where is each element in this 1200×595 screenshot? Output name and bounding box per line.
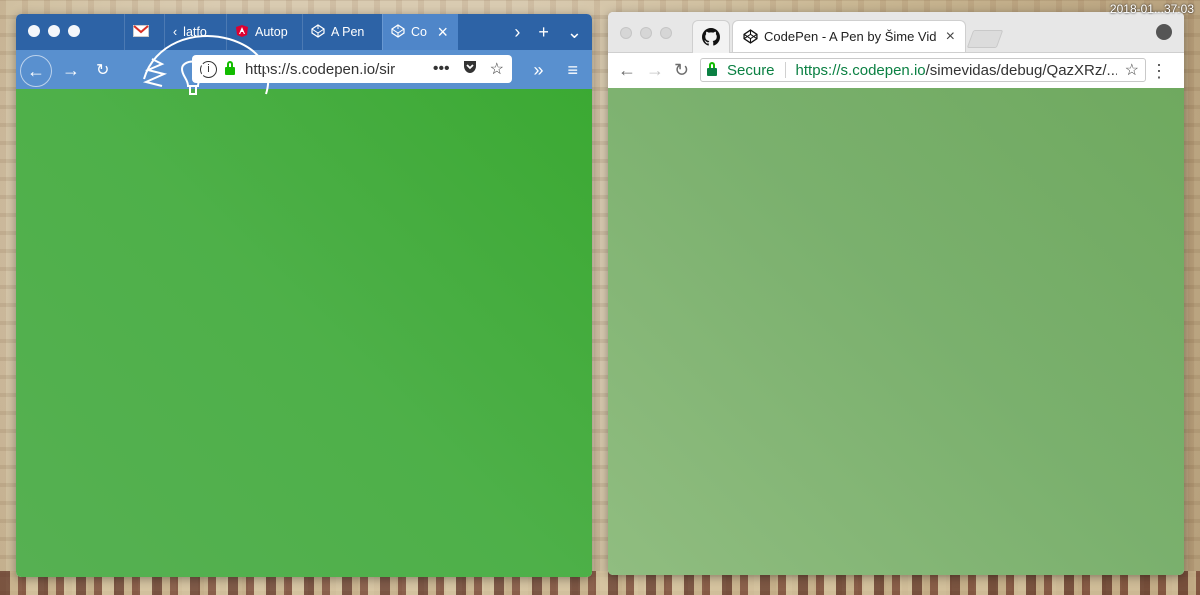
- omnibox[interactable]: Secure https://s.codepen.io/simevidas/de…: [700, 58, 1146, 82]
- new-tab-button[interactable]: +: [538, 22, 549, 43]
- back-button[interactable]: ←: [20, 55, 52, 87]
- back-arrow-icon: ‹: [173, 25, 178, 39]
- github-icon: [702, 28, 720, 46]
- minimize-window-button[interactable]: [640, 27, 652, 39]
- pocket-icon[interactable]: [462, 60, 478, 79]
- codepen-icon: [391, 23, 405, 41]
- url-text[interactable]: https://s.codepen.io/sir: [245, 61, 427, 78]
- codepen-icon: [743, 29, 758, 44]
- gmail-icon: [133, 24, 149, 40]
- close-window-button[interactable]: [28, 25, 40, 37]
- menubar-clock: 2018-01...37:03: [1109, 2, 1194, 16]
- profile-avatar-icon[interactable]: [1156, 24, 1172, 40]
- lock-icon: [707, 62, 717, 76]
- tab-label: Autop: [255, 25, 288, 39]
- window-controls: [620, 27, 672, 39]
- forward-button[interactable]: →: [62, 60, 80, 81]
- firefox-window: ‹ latfo Autop A Pen Co × › + ⌄ ← → ↻ i h…: [16, 14, 592, 577]
- tab-latfo[interactable]: ‹ latfo: [164, 14, 226, 50]
- page-actions: ••• ☆: [433, 59, 504, 79]
- tab-a-pen[interactable]: A Pen: [302, 14, 382, 50]
- lock-icon: [225, 61, 235, 75]
- back-button[interactable]: ←: [618, 60, 636, 81]
- page-action-menu-button[interactable]: •••: [433, 60, 450, 78]
- kebab-menu-icon[interactable]: ⋮: [1150, 61, 1168, 82]
- scroll-tabs-right-icon[interactable]: ›: [514, 22, 520, 43]
- codepen-icon: [311, 23, 325, 41]
- close-tab-button[interactable]: ×: [946, 28, 955, 46]
- bookmark-star-icon[interactable]: ☆: [490, 59, 504, 79]
- chrome-toolbar: ← → ↻ Secure https://s.codepen.io/simevi…: [608, 53, 1184, 89]
- chrome-page-content[interactable]: [608, 88, 1184, 575]
- chrome-window: CodePen - A Pen by Šime Vidas × ← → ↻ Se…: [608, 12, 1184, 575]
- angular-icon: [235, 24, 249, 41]
- zoom-window-button[interactable]: [660, 27, 672, 39]
- tab-title: CodePen - A Pen by Šime Vidas: [764, 29, 936, 44]
- reload-button[interactable]: ↻: [674, 60, 689, 81]
- tab-codepen-active[interactable]: Co ×: [382, 14, 458, 50]
- tab-github[interactable]: [692, 20, 730, 53]
- close-tab-button[interactable]: ×: [437, 23, 448, 41]
- url-origin: https://s.codepen.io: [795, 61, 926, 79]
- security-chip[interactable]: Secure: [727, 62, 775, 79]
- tab-label: latfo: [183, 25, 207, 39]
- menu-hamburger-icon[interactable]: ≡: [567, 60, 578, 81]
- omnibox-separator: [784, 62, 786, 78]
- reload-button[interactable]: ↻: [96, 60, 109, 80]
- firefox-url-bar[interactable]: i https://s.codepen.io/sir ••• ☆: [192, 55, 512, 83]
- overflow-chevron-icon[interactable]: »: [533, 60, 543, 81]
- tab-label: A Pen: [331, 25, 365, 39]
- tab-autop[interactable]: Autop: [226, 14, 302, 50]
- list-all-tabs-icon[interactable]: ⌄: [567, 22, 582, 43]
- chrome-tab-strip: CodePen - A Pen by Šime Vidas ×: [608, 12, 1184, 53]
- window-controls: [28, 25, 80, 37]
- minimize-window-button[interactable]: [48, 25, 60, 37]
- tab-gmail[interactable]: [124, 14, 164, 50]
- close-window-button[interactable]: [620, 27, 632, 39]
- firefox-tab-strip: ‹ latfo Autop A Pen Co × › + ⌄: [16, 14, 592, 50]
- info-icon[interactable]: i: [200, 60, 217, 78]
- firefox-page-content[interactable]: [16, 89, 592, 577]
- tab-codepen[interactable]: CodePen - A Pen by Šime Vidas ×: [732, 20, 966, 52]
- firefox-navigation-bar: ← → ↻ i https://s.codepen.io/sir ••• ☆ »…: [16, 50, 592, 89]
- forward-button[interactable]: →: [646, 60, 664, 81]
- toolbar-right: » ≡: [533, 60, 578, 81]
- new-tab-button[interactable]: [966, 30, 1004, 48]
- url-path: /simevidas/debug/QazXRz/...: [925, 61, 1117, 79]
- zoom-window-button[interactable]: [68, 25, 80, 37]
- tabstrip-controls: › + ⌄: [514, 14, 582, 50]
- tab-label: Co: [411, 25, 427, 39]
- url-text[interactable]: https://s.codepen.io/simevidas/debug/Qaz…: [796, 62, 1117, 79]
- bookmark-star-icon[interactable]: ☆: [1125, 60, 1139, 80]
